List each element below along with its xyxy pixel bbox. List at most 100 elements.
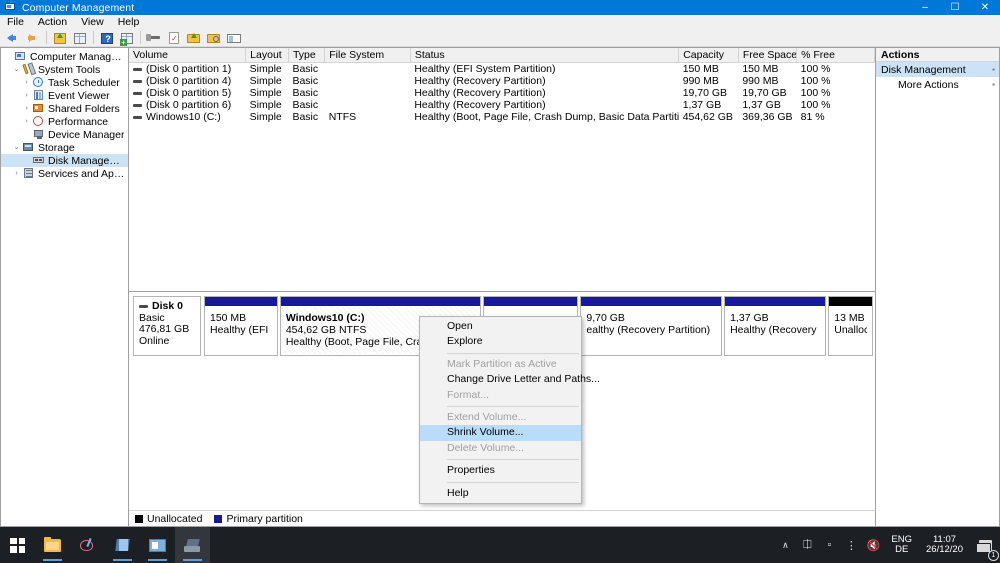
- console-tree[interactable]: Computer Management (Local) ⌄ System Too…: [0, 47, 128, 527]
- context-menu[interactable]: Open Explore Mark Partition as Active Ch…: [419, 316, 600, 504]
- up-folder-icon[interactable]: [50, 30, 70, 46]
- maximize-button[interactable]: ☐: [940, 0, 970, 15]
- taskbar-file-explorer[interactable]: [35, 527, 70, 563]
- twisty[interactable]: ›: [21, 115, 32, 128]
- context-menu-item-extend-volume: Extend Volume...: [447, 410, 527, 423]
- menu-help[interactable]: Help: [111, 15, 147, 29]
- table-row[interactable]: (Disk 0 partition 6) Simple Basic Health…: [129, 99, 875, 111]
- column-header-layout[interactable]: Layout: [245, 48, 289, 63]
- context-menu-item-help[interactable]: Help: [420, 486, 581, 501]
- menu-file[interactable]: File: [0, 15, 31, 29]
- column-header-free-space[interactable]: Free Space: [738, 48, 798, 63]
- legend-swatch-primary: [214, 514, 223, 523]
- notification-center-button[interactable]: 1: [970, 527, 1000, 563]
- twisty[interactable]: ›: [21, 76, 32, 89]
- taskbar-paint-app[interactable]: [70, 527, 105, 563]
- clock[interactable]: 11:07 26/12/20: [919, 535, 970, 555]
- show-hide-console-tree-icon[interactable]: [70, 30, 90, 46]
- minimize-button[interactable]: –: [910, 0, 940, 15]
- column-header-volume[interactable]: Volume: [129, 48, 247, 63]
- taskbar-notes-app[interactable]: [105, 527, 140, 563]
- column-header-capacity[interactable]: Capacity: [678, 48, 739, 63]
- twisty[interactable]: ›: [21, 102, 32, 115]
- tree-item-event-viewer[interactable]: › Event Viewer: [1, 89, 128, 102]
- tree-item-storage[interactable]: ⌄ Storage: [1, 141, 128, 154]
- battery-icon[interactable]: ▫: [818, 527, 840, 563]
- cell-capacity: 990 MB: [682, 75, 719, 87]
- menu-action[interactable]: Action: [31, 15, 74, 29]
- taskbar-computer-management[interactable]: [175, 527, 210, 563]
- volume-mute-icon[interactable]: 🔇: [862, 527, 884, 563]
- cell-volume: (Disk 0 partition 5): [129, 87, 246, 99]
- file-explorer-icon: [44, 536, 61, 552]
- column-header-file-system[interactable]: File System: [324, 48, 411, 63]
- context-menu-item-open[interactable]: Open: [420, 319, 581, 334]
- notes-icon: [114, 538, 131, 552]
- tree-item-label: Computer Management (Local): [30, 50, 126, 63]
- table-row[interactable]: (Disk 0 partition 5) Simple Basic Health…: [129, 87, 875, 99]
- partition-color-bar: [483, 297, 578, 307]
- partition-status: ealthy (Recovery Partition): [586, 324, 711, 336]
- action-more-actions[interactable]: More Actions ▪: [876, 77, 999, 92]
- show-hidden-icons-icon[interactable]: ∧: [774, 527, 796, 563]
- computer-icon: [14, 51, 27, 62]
- wand-icon[interactable]: [144, 30, 164, 46]
- context-menu-item-shrink-volume[interactable]: Shrink Volume...: [420, 425, 581, 441]
- event-viewer-icon: [32, 90, 45, 101]
- network-icon[interactable]: ⋮: [840, 527, 862, 563]
- tree-item-system-tools[interactable]: ⌄ System Tools: [1, 63, 128, 76]
- table-row[interactable]: Windows10 (C:) Simple Basic NTFS Healthy…: [129, 111, 875, 123]
- partition-recovery-1gb[interactable]: 1,37 GB Healthy (Recovery Partition): [724, 296, 827, 356]
- clock-date: 26/12/20: [926, 544, 963, 555]
- twisty[interactable]: ⌄: [11, 63, 22, 76]
- partition-body: 9,70 GB ealthy (Recovery Partition): [581, 307, 721, 336]
- action-disk-management[interactable]: Disk Management ▪: [876, 62, 999, 77]
- tree-item-performance[interactable]: › Performance: [1, 115, 128, 128]
- tree-item-computer-management[interactable]: Computer Management (Local): [1, 50, 128, 63]
- language-indicator[interactable]: ENG DE: [884, 535, 919, 555]
- volume-list-pane[interactable]: Volume Layout Type File System Status Ca…: [129, 48, 875, 292]
- search-icon[interactable]: [204, 30, 224, 46]
- cell-pct-free: 100 %: [800, 99, 831, 111]
- help-icon[interactable]: ?: [97, 30, 117, 46]
- tree-item-task-scheduler[interactable]: › Task Scheduler: [1, 76, 128, 89]
- cell-type: Basic: [292, 87, 319, 99]
- view-icon[interactable]: [224, 30, 244, 46]
- twisty[interactable]: ⌄: [11, 141, 22, 154]
- context-menu-item-mark-partition-as-active: Mark Partition as Active: [447, 357, 557, 370]
- onedrive-icon[interactable]: ⎅: [796, 527, 818, 563]
- tree-item-shared-folders[interactable]: › Shared Folders: [1, 102, 128, 115]
- start-button[interactable]: [0, 527, 35, 563]
- cell-type: Basic: [292, 111, 319, 123]
- context-menu-item-properties[interactable]: Properties: [420, 463, 581, 478]
- column-header-pct-free[interactable]: % Free: [796, 48, 875, 63]
- table-row[interactable]: (Disk 0 partition 4) Simple Basic Health…: [129, 75, 875, 87]
- back-icon[interactable]: [3, 30, 23, 46]
- tree-item-disk-management[interactable]: Disk Management: [1, 154, 128, 167]
- forward-icon[interactable]: [23, 30, 43, 46]
- close-button[interactable]: ✕: [970, 0, 1000, 15]
- properties-icon[interactable]: +: [117, 30, 137, 46]
- tree-item-device-manager[interactable]: Device Manager: [1, 128, 128, 141]
- menu-view[interactable]: View: [74, 15, 111, 29]
- table-header-row: Volume Layout Type File System Status Ca…: [129, 48, 875, 63]
- cell-layout: Simple: [249, 75, 282, 87]
- partition-color-bar: [280, 297, 480, 307]
- context-menu-item-explore[interactable]: Explore: [420, 334, 581, 349]
- refresh-icon[interactable]: ✓: [164, 30, 184, 46]
- taskbar-media-app[interactable]: [140, 527, 175, 563]
- cell-capacity: 150 MB: [682, 63, 719, 75]
- partition-efi[interactable]: 150 MB Healthy (EFI Syster: [204, 296, 278, 356]
- column-header-type[interactable]: Type: [288, 48, 326, 63]
- export-list-icon[interactable]: [184, 30, 204, 46]
- partition-unallocated[interactable]: 13 MB Unallocat: [828, 296, 874, 356]
- context-menu-item-change-drive-letter-and-paths[interactable]: Change Drive Letter and Paths...: [420, 372, 600, 387]
- disk-header[interactable]: Disk 0 Basic 476,81 GB Online: [133, 296, 201, 356]
- twisty[interactable]: ›: [11, 167, 22, 180]
- table-row[interactable]: (Disk 0 partition 1) Simple Basic Health…: [129, 63, 875, 75]
- partition-recovery-19gb[interactable]: 9,70 GB ealthy (Recovery Partition): [580, 296, 723, 356]
- tree-item-services-and-applications[interactable]: › Services and Applications: [1, 167, 128, 180]
- legend-label: Primary partition: [226, 512, 303, 525]
- twisty[interactable]: ›: [21, 89, 32, 102]
- column-header-status[interactable]: Status: [410, 48, 680, 63]
